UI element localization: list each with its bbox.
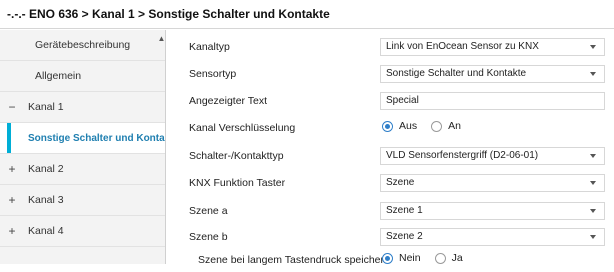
sidebar-item-label: Gerätebeschreibung xyxy=(35,39,131,51)
sidebar-item-allgemein[interactable]: Allgemein xyxy=(0,61,165,92)
param-row-kanal-verschluesselung: Kanal Verschlüsselung Aus An xyxy=(176,119,612,140)
selection-indicator xyxy=(7,123,11,153)
select-value: Szene 1 xyxy=(386,205,423,216)
radio-unselected-icon xyxy=(431,120,443,132)
select-value: Szene xyxy=(386,177,415,188)
radio-label: Aus xyxy=(399,120,418,132)
param-label: Angezeigter Text xyxy=(189,95,268,107)
kanaltyp-select[interactable]: Link von EnOcean Sensor zu KNX xyxy=(380,38,605,56)
param-label: Szene b xyxy=(189,231,228,243)
radio-an[interactable]: An xyxy=(431,120,461,132)
param-row-szene-a: Szene a Szene 1 xyxy=(176,202,612,223)
sidebar: Gerätebeschreibung Allgemein − Kanal 1 S… xyxy=(0,30,166,264)
radio-ja[interactable]: Ja xyxy=(434,252,463,264)
chevron-down-icon xyxy=(590,72,596,76)
breadcrumb: -.-.- ENO 636 > Kanal 1 > Sonstige Schal… xyxy=(7,7,330,21)
verschluesselung-radio-group: Aus An xyxy=(382,120,475,132)
param-label: Szene bei langem Tastendruck speichern xyxy=(198,254,390,266)
knx-funktion-taster-select[interactable]: Szene xyxy=(380,174,605,192)
chevron-down-icon xyxy=(590,45,596,49)
param-row-szene-b: Szene b Szene 2 xyxy=(176,228,612,249)
expand-icon[interactable]: + xyxy=(4,224,20,238)
chevron-down-icon xyxy=(590,181,596,185)
param-label: Kanaltyp xyxy=(189,41,230,53)
sidebar-item-geraetebeschreibung[interactable]: Gerätebeschreibung xyxy=(0,30,165,61)
radio-nein[interactable]: Nein xyxy=(382,252,421,264)
sidebar-item-label: Kanal 2 xyxy=(28,163,64,175)
select-value: Szene 2 xyxy=(386,231,423,242)
radio-selected-icon xyxy=(382,252,393,264)
sensortyp-select[interactable]: Sonstige Schalter und Kontakte xyxy=(380,65,605,83)
expand-icon[interactable]: + xyxy=(4,193,20,207)
radio-label: Nein xyxy=(399,252,421,264)
param-label: KNX Funktion Taster xyxy=(189,177,286,189)
radio-label: Ja xyxy=(451,252,463,264)
param-label: Kanal Verschlüsselung xyxy=(189,122,296,134)
sidebar-item-label: Sonstige Schalter und Konta... xyxy=(28,132,165,144)
szene-speichern-radio-group: Nein Ja xyxy=(382,252,477,264)
select-value: VLD Sensorfenstergriff (D2-06-01) xyxy=(386,150,539,161)
collapse-icon[interactable]: − xyxy=(4,100,20,114)
chevron-down-icon xyxy=(590,235,596,239)
sidebar-item-kanal-1[interactable]: − Kanal 1 xyxy=(0,92,165,123)
chevron-up-icon[interactable]: ▲ xyxy=(157,34,166,44)
param-row-schalter-kontakttyp: Schalter-/Kontakttyp VLD Sensorfenstergr… xyxy=(176,147,612,168)
chevron-down-icon xyxy=(590,154,596,158)
sidebar-item-label: Kanal 1 xyxy=(28,101,64,113)
sidebar-item-kanal-3[interactable]: + Kanal 3 xyxy=(0,185,165,216)
sidebar-item-label: Kanal 4 xyxy=(28,225,64,237)
param-row-kanaltyp: Kanaltyp Link von EnOcean Sensor zu KNX xyxy=(176,38,612,59)
param-row-szene-speichern: Szene bei langem Tastendruck speichern N… xyxy=(176,251,612,272)
parameter-panel: Kanaltyp Link von EnOcean Sensor zu KNX … xyxy=(176,30,614,266)
radio-unselected-icon xyxy=(434,252,446,264)
szene-b-select[interactable]: Szene 2 xyxy=(380,228,605,246)
szene-a-select[interactable]: Szene 1 xyxy=(380,202,605,220)
input-value: Special xyxy=(386,95,419,106)
select-value: Sonstige Schalter und Kontakte xyxy=(386,68,527,79)
sidebar-item-label: Kanal 3 xyxy=(28,194,64,206)
sidebar-item-kanal-4[interactable]: + Kanal 4 xyxy=(0,216,165,247)
select-value: Link von EnOcean Sensor zu KNX xyxy=(386,41,539,52)
expand-icon[interactable]: + xyxy=(4,162,20,176)
sidebar-item-kanal-2[interactable]: + Kanal 2 xyxy=(0,154,165,185)
param-label: Szene a xyxy=(189,205,228,217)
param-row-sensortyp: Sensortyp Sonstige Schalter und Kontakte xyxy=(176,65,612,86)
sidebar-item-sonstige-schalter[interactable]: Sonstige Schalter und Konta... xyxy=(0,123,165,154)
title-bar: -.-.- ENO 636 > Kanal 1 > Sonstige Schal… xyxy=(0,0,614,29)
chevron-down-icon xyxy=(590,209,596,213)
radio-selected-icon xyxy=(382,120,393,132)
radio-label: An xyxy=(448,120,461,132)
radio-aus[interactable]: Aus xyxy=(382,120,417,132)
param-row-angezeigter-text: Angezeigter Text Special xyxy=(176,92,612,113)
param-row-knx-funktion-taster: KNX Funktion Taster Szene xyxy=(176,174,612,195)
sidebar-item-label: Allgemein xyxy=(35,70,82,82)
param-label: Sensortyp xyxy=(189,68,237,80)
angezeigter-text-input[interactable]: Special xyxy=(380,92,605,110)
param-label: Schalter-/Kontakttyp xyxy=(189,150,284,162)
schalter-kontakttyp-select[interactable]: VLD Sensorfenstergriff (D2-06-01) xyxy=(380,147,605,165)
